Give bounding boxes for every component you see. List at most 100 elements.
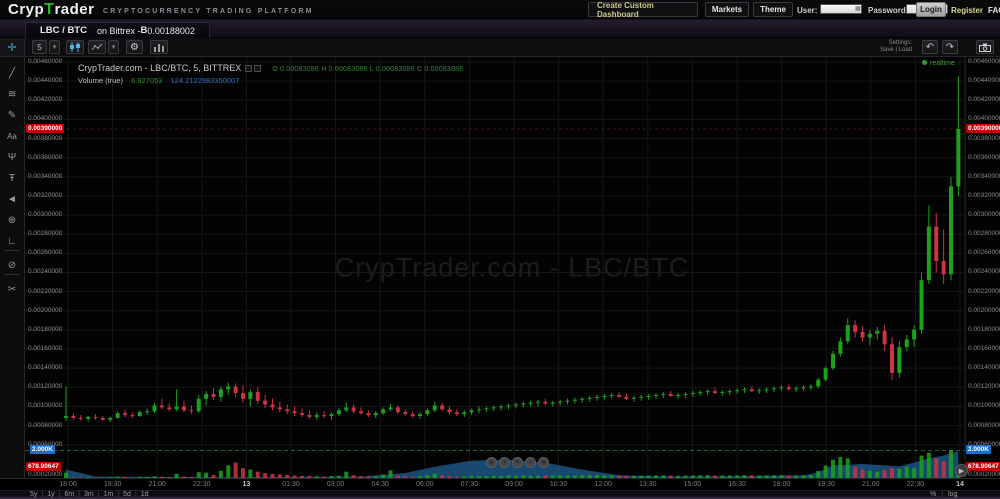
volume-bar — [831, 460, 835, 478]
text-tool[interactable]: Aa — [0, 128, 24, 144]
price-axis-label: 0.00340000 — [28, 173, 62, 180]
candle-body — [816, 380, 820, 387]
scale-selector: %|log — [930, 491, 957, 498]
chart-plot-area[interactable]: CrypTrader.com - LBC/BTC CrypTrader.com … — [25, 57, 1000, 478]
candle-body — [610, 395, 614, 396]
candle-body — [625, 397, 629, 399]
range-separator: | — [59, 491, 61, 498]
gann-tool[interactable]: Ŧ — [0, 170, 24, 186]
pitchfork-tool[interactable]: Ψ — [0, 149, 24, 165]
indicators-button[interactable] — [88, 40, 106, 54]
candle-body — [116, 413, 120, 418]
chart-scroll-button[interactable]: • — [512, 457, 523, 468]
candle-body — [868, 334, 872, 338]
range-button-5d[interactable]: 5d — [123, 491, 131, 498]
volume-bar — [890, 468, 894, 478]
drawing-toolbar: ╱ ≋ ✎ Aa ΨŦ ◄ ⊕ ∟ ⊘ ✂ — [0, 57, 25, 490]
save-load-links[interactable]: Save | Load — [880, 47, 912, 54]
range-separator: | — [98, 491, 100, 498]
percent-scale-button[interactable]: % — [930, 491, 936, 498]
trend-line-tool[interactable]: ╱ — [0, 65, 24, 81]
login-button[interactable]: Login — [916, 2, 946, 17]
candle-body — [396, 407, 400, 412]
faq-link[interactable]: FAQ — [988, 6, 1000, 15]
tab-exchange: on Bittrex - — [97, 26, 141, 36]
candle-body — [927, 227, 931, 281]
price-axis-label: 0.00300000 — [28, 211, 62, 218]
undo-button[interactable]: ↶ — [922, 40, 938, 54]
range-button-6m[interactable]: 6m — [64, 491, 74, 498]
range-button-5y[interactable]: 5y — [30, 491, 37, 498]
price-axis-label: 0.00360000 — [28, 154, 62, 161]
scroll-to-realtime-button[interactable]: ▶ — [955, 464, 968, 477]
snapshot-button[interactable] — [976, 40, 994, 54]
chart-scroll-button[interactable]: › — [525, 457, 536, 468]
interval-button[interactable]: 5 — [32, 40, 47, 54]
time-axis-label: 18:00 — [59, 481, 77, 488]
range-button-1y[interactable]: 1y — [47, 491, 54, 498]
toolbar-divider — [4, 274, 20, 275]
arrow-tool[interactable]: ◄ — [0, 191, 24, 207]
candle-body — [212, 394, 216, 397]
fib-retracement-tool[interactable]: ≋ — [0, 86, 24, 102]
theme-button[interactable]: Theme — [753, 2, 793, 17]
logo-t-icon: T — [44, 1, 54, 18]
candle-body — [617, 395, 621, 397]
chart-scroll-button[interactable]: ‹ — [499, 457, 510, 468]
price-axis-label: 0.00260000 — [28, 249, 62, 256]
price-axis-label: 0.00280000 — [28, 230, 62, 237]
time-axis-label: 01:30 — [282, 481, 300, 488]
hide-drawings-tool[interactable]: ⊘ — [0, 257, 24, 273]
measure-tool[interactable]: ∟ — [0, 233, 24, 249]
time-axis-label: 07:30 — [461, 481, 479, 488]
volume-bar — [942, 461, 946, 478]
time-axis-label: 04:30 — [371, 481, 389, 488]
candle-body — [418, 414, 422, 416]
settings-saveload[interactable]: Settings: Save | Load — [880, 40, 912, 54]
tab-lbc-btc[interactable]: LBC / BTC on Bittrex - B 0.00188002 — [25, 22, 210, 38]
chart-scroll-button[interactable]: » — [538, 457, 549, 468]
indicators-caret-button[interactable]: ▾ — [108, 40, 119, 54]
time-axis[interactable]: 18:0019:3021:0022:301301:3003:0004:3006:… — [0, 478, 1000, 490]
range-button-3m[interactable]: 3m — [84, 491, 94, 498]
candle-body — [499, 406, 503, 407]
register-link[interactable]: Register — [951, 6, 983, 15]
price-axis-label: 0.00380000 — [968, 135, 1000, 142]
interval-caret-button[interactable]: ▾ — [49, 40, 60, 54]
candle-body — [772, 388, 776, 389]
candle-body — [448, 409, 452, 412]
candle-body — [507, 405, 511, 406]
time-axis-label: 19:30 — [104, 481, 122, 488]
logo-cryp: Cryp — [8, 1, 44, 18]
volume-bar — [234, 463, 238, 478]
volume-bar — [824, 465, 828, 478]
brush-tool[interactable]: ✎ — [0, 107, 24, 123]
range-button-1d[interactable]: 1d — [141, 491, 149, 498]
caret-down-icon: ▾ — [53, 43, 57, 51]
redo-button[interactable]: ↷ — [942, 40, 958, 54]
volume-bar — [905, 467, 909, 478]
price-axis-label: 0.00140000 — [968, 364, 1000, 371]
create-custom-dashboard-button[interactable]: Create Custom Dashboard — [588, 2, 698, 17]
candle-body — [647, 396, 651, 397]
legend-settings-icon[interactable] — [245, 65, 252, 72]
candle-body — [897, 347, 901, 373]
quote-volume-value: 124.2122983350007 — [171, 76, 240, 85]
volume-bar — [861, 470, 865, 478]
candle-body — [71, 416, 75, 418]
candlestick-style-button[interactable] — [66, 40, 84, 54]
crosshair-button[interactable]: ✛ — [0, 38, 25, 56]
price-axis-label: 0.00180000 — [28, 326, 62, 333]
candle-body — [558, 402, 562, 403]
btc-symbol: B — [140, 25, 147, 36]
log-scale-button[interactable]: log — [948, 491, 957, 498]
chart-scroll-button[interactable]: « — [486, 457, 497, 468]
range-button-1m[interactable]: 1m — [104, 491, 114, 498]
zoom-in-tool[interactable]: ⊕ — [0, 212, 24, 228]
remove-drawings-tool[interactable]: ✂ — [0, 281, 24, 297]
legend-close-icon[interactable] — [254, 65, 261, 72]
range-separator: | — [78, 491, 80, 498]
chart-settings-button[interactable]: ⚙ — [126, 40, 143, 54]
compare-button[interactable] — [150, 40, 168, 54]
markets-button[interactable]: Markets — [705, 2, 749, 17]
